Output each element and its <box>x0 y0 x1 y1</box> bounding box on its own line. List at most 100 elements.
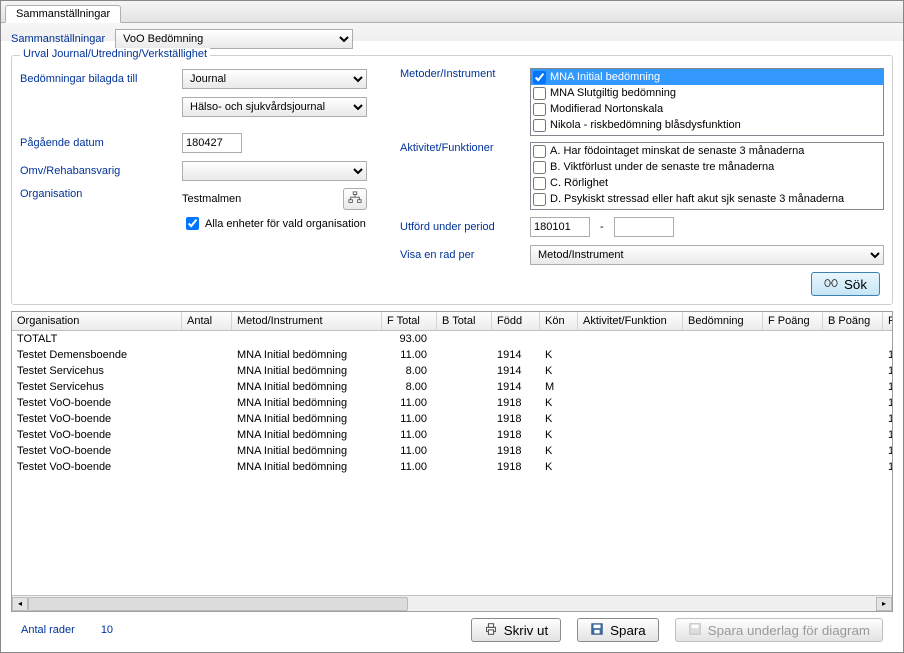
bedomningar-select[interactable]: Journal <box>182 69 367 89</box>
app-window: Sammanställningar Sammanställningar VoO … <box>0 0 904 653</box>
urval-legend: Urval Journal/Utredning/Verkställighet <box>20 48 210 60</box>
list-item[interactable]: A. Har födointaget minskat de senaste 3 … <box>531 143 883 159</box>
organisation-picker-button[interactable] <box>343 188 367 210</box>
list-item[interactable]: Nikola - riskbedömning blåsdysfunktion <box>531 117 883 133</box>
list-item[interactable]: D. Psykiskt stressad eller haft akut sjk… <box>531 191 883 207</box>
sok-button[interactable]: Sök <box>811 272 880 296</box>
visa-select[interactable]: Metod/Instrument <box>530 245 884 265</box>
column-header[interactable]: Aktivitet/Funktion <box>578 312 683 330</box>
table-row[interactable]: TOTALT93.00 <box>12 331 892 347</box>
cell-akt <box>578 411 683 427</box>
sammanstallningar-select[interactable]: VoO Bedömning <box>115 29 353 49</box>
period-from-input[interactable] <box>530 217 590 237</box>
list-item[interactable]: Modifierad Nortonskala <box>531 101 883 117</box>
cell-metod: MNA Initial bedömning <box>232 395 382 411</box>
list-item[interactable]: C. Rörlighet <box>531 175 883 191</box>
cell-fp <box>763 331 823 347</box>
alla-enheter-checkbox-wrap[interactable]: Alla enheter för vald organisation <box>182 214 367 233</box>
cell-btot <box>437 331 492 347</box>
list-item[interactable]: MNA Initial bedömning <box>531 69 883 85</box>
sok-label: Sök <box>844 277 867 292</box>
list-item-label: MNA Slutgiltig bedömning <box>550 87 676 99</box>
cell-pers: 180213 <box>883 443 892 459</box>
skriv-ut-label: Skriv ut <box>504 623 548 638</box>
column-header[interactable]: B Total <box>437 312 492 330</box>
list-item[interactable]: MNA Slutgiltig bedömning <box>531 85 883 101</box>
skriv-ut-button[interactable]: Skriv ut <box>471 618 561 642</box>
table-row[interactable]: Testet ServicehusMNA Initial bedömning8.… <box>12 363 892 379</box>
cell-metod: MNA Initial bedömning <box>232 411 382 427</box>
cell-btot <box>437 411 492 427</box>
cell-kon: K <box>540 395 578 411</box>
table-row[interactable]: Testet VoO-boendeMNA Initial bedömning11… <box>12 443 892 459</box>
column-header[interactable]: Bedömning <box>683 312 763 330</box>
column-header[interactable]: Antal <box>182 312 232 330</box>
table-row[interactable]: Testet DemensboendeMNA Initial bedömning… <box>12 347 892 363</box>
antal-rader-label: Antal rader <box>21 624 75 636</box>
cell-org: Testet VoO-boende <box>12 395 182 411</box>
period-to-input[interactable] <box>614 217 674 237</box>
grid-h-scrollbar[interactable]: ◂ ▸ <box>12 595 892 611</box>
column-header[interactable]: F Total <box>382 312 437 330</box>
column-header[interactable]: Organisation <box>12 312 182 330</box>
column-header[interactable]: B Poäng <box>823 312 883 330</box>
column-header[interactable]: F Poäng <box>763 312 823 330</box>
list-item-checkbox[interactable] <box>533 145 546 158</box>
list-item[interactable]: B. Viktförlust under de senaste tre måna… <box>531 159 883 175</box>
cell-bp <box>823 331 883 347</box>
results-grid[interactable]: OrganisationAntalMetod/InstrumentF Total… <box>11 311 893 612</box>
cell-btot <box>437 363 492 379</box>
cell-ftot: 11.00 <box>382 411 437 427</box>
column-header[interactable]: Kön <box>540 312 578 330</box>
cell-kon: K <box>540 427 578 443</box>
cell-ftot: 11.00 <box>382 347 437 363</box>
column-header[interactable]: Metod/Instrument <box>232 312 382 330</box>
list-item-checkbox[interactable] <box>533 193 546 206</box>
bedomningar-label: Bedömningar bilagda till <box>20 73 172 85</box>
cell-ftot: 93.00 <box>382 331 437 347</box>
table-row[interactable]: Testet VoO-boendeMNA Initial bedömning11… <box>12 427 892 443</box>
cell-metod: MNA Initial bedömning <box>232 443 382 459</box>
pagaende-datum-input[interactable] <box>182 133 242 153</box>
period-separator: - <box>600 221 604 233</box>
cell-ftot: 8.00 <box>382 363 437 379</box>
header-row: Sammanställningar VoO Bedömning <box>11 29 893 49</box>
table-row[interactable]: Testet VoO-boendeMNA Initial bedömning11… <box>12 395 892 411</box>
list-item-checkbox[interactable] <box>533 103 546 116</box>
scroll-left-arrow[interactable]: ◂ <box>12 597 28 611</box>
list-item-checkbox[interactable] <box>533 119 546 132</box>
cell-antal <box>182 411 232 427</box>
metoder-listbox[interactable]: MNA Initial bedömning MNA Slutgiltig bedö… <box>530 68 884 136</box>
list-item-checkbox[interactable] <box>533 71 546 84</box>
list-item-checkbox[interactable] <box>533 161 546 174</box>
cell-org: Testet VoO-boende <box>12 443 182 459</box>
cell-kon: K <box>540 459 578 475</box>
scroll-thumb[interactable] <box>28 597 408 611</box>
alla-enheter-checkbox[interactable] <box>186 217 199 230</box>
table-row[interactable]: Testet VoO-boendeMNA Initial bedömning11… <box>12 459 892 475</box>
cell-kon <box>540 331 578 347</box>
column-header[interactable]: Född <box>492 312 540 330</box>
list-item-checkbox[interactable] <box>533 87 546 100</box>
omv-select[interactable] <box>182 161 367 181</box>
scroll-right-arrow[interactable]: ▸ <box>876 597 892 611</box>
tab-sammanstallningar[interactable]: Sammanställningar <box>5 5 121 23</box>
table-row[interactable]: Testet ServicehusMNA Initial bedömning8.… <box>12 379 892 395</box>
aktivitet-listbox[interactable]: A. Har födointaget minskat de senaste 3 … <box>530 142 884 210</box>
cell-ftot: 11.00 <box>382 459 437 475</box>
spara-button[interactable]: Spara <box>577 618 659 642</box>
cell-antal <box>182 443 232 459</box>
list-item-checkbox[interactable] <box>533 177 546 190</box>
cell-bp <box>823 363 883 379</box>
cell-pers: 180213 <box>883 395 892 411</box>
cell-akt <box>578 363 683 379</box>
organisation-value: Testmalmen <box>182 193 337 205</box>
cell-akt <box>578 427 683 443</box>
cell-btot <box>437 427 492 443</box>
table-row[interactable]: Testet VoO-boendeMNA Initial bedömning11… <box>12 411 892 427</box>
two-columns: Bedömningar bilagda till Journal Hälso- … <box>20 62 884 296</box>
column-header[interactable]: Personn <box>883 312 893 330</box>
spara-underlag-button[interactable]: Spara underlag för diagram <box>675 618 883 642</box>
journal-type-select[interactable]: Hälso- och sjukvårdsjournal <box>182 97 367 117</box>
tab-strip: Sammanställningar <box>1 1 903 23</box>
